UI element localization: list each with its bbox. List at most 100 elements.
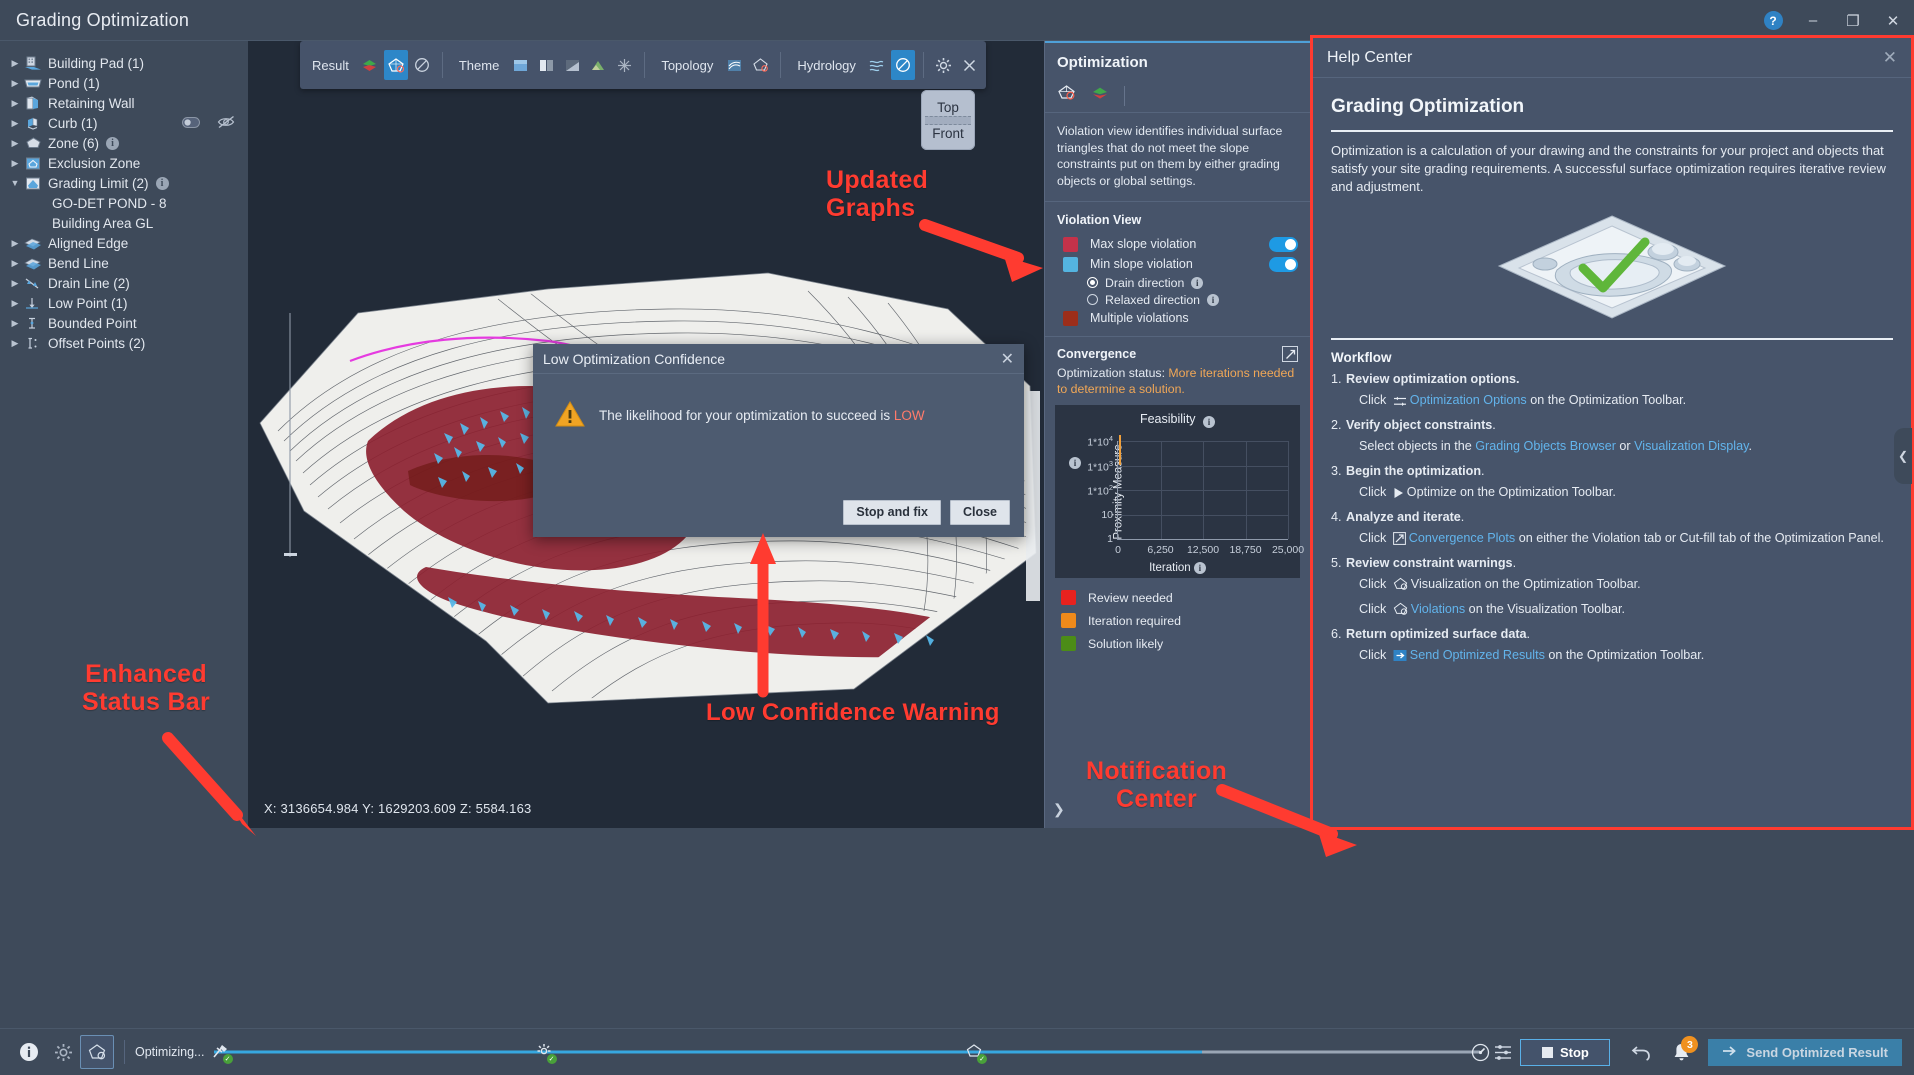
convergence-plots-link[interactable]: Convergence Plots bbox=[1409, 531, 1515, 545]
tree-item-offset-points[interactable]: ▶ Offset Points (2) bbox=[0, 333, 248, 353]
info-icon[interactable]: i bbox=[1203, 416, 1215, 428]
theme-elevation-icon[interactable] bbox=[508, 50, 532, 80]
chevron-right-icon[interactable]: ▶ bbox=[8, 98, 22, 109]
chevron-right-icon[interactable]: ▶ bbox=[8, 138, 22, 149]
tree-item-pond[interactable]: ▶ Pond (1) bbox=[0, 73, 248, 93]
tree-item-zone[interactable]: ▶ Zone (6) i bbox=[0, 133, 248, 153]
no-result-icon[interactable] bbox=[410, 50, 434, 80]
max-slope-toggle[interactable] bbox=[1269, 237, 1298, 252]
theme-slope-icon[interactable] bbox=[534, 50, 558, 80]
tab-violation-icon[interactable] bbox=[1057, 84, 1076, 107]
info-icon[interactable]: i bbox=[156, 177, 169, 190]
info-button[interactable] bbox=[12, 1035, 46, 1069]
optimization-progress-bar[interactable]: ✓ ✓ ✓ bbox=[214, 1037, 1480, 1067]
close-button[interactable]: ✕ bbox=[1880, 8, 1906, 34]
minimize-button[interactable]: – bbox=[1800, 8, 1826, 34]
panel-collapse-chevron-icon[interactable]: ❯ bbox=[1053, 801, 1065, 818]
hide-eye-icon[interactable] bbox=[217, 115, 236, 132]
tree-item-grading-limit[interactable]: ▼ Grading Limit (2) i bbox=[0, 173, 248, 193]
settings-gear-button[interactable] bbox=[46, 1035, 80, 1069]
send-optimized-results-link[interactable]: Send Optimized Results bbox=[1410, 648, 1545, 662]
chevron-right-icon[interactable]: ▶ bbox=[8, 78, 22, 89]
chevron-right-icon[interactable]: ▶ bbox=[8, 318, 22, 329]
progress-milestone-end[interactable] bbox=[1470, 1042, 1490, 1062]
y-axis-info-icon[interactable]: i bbox=[1069, 453, 1081, 471]
radio-row-relaxed-direction[interactable]: Relaxed direction i bbox=[1045, 291, 1310, 308]
min-slope-toggle[interactable] bbox=[1269, 257, 1298, 272]
violation-row-multiple[interactable]: Multiple violations bbox=[1045, 308, 1310, 328]
tree-item-retaining-wall[interactable]: ▶ Retaining Wall bbox=[0, 93, 248, 113]
feasibility-chart[interactable]: Feasibility i i Proximity Measure 1 10 1… bbox=[1055, 405, 1300, 578]
notification-center-button[interactable]: 3 bbox=[1666, 1037, 1696, 1067]
violation-label: Multiple violations bbox=[1090, 311, 1189, 325]
flow-lines-icon[interactable] bbox=[865, 50, 889, 80]
chevron-right-icon[interactable]: ▶ bbox=[8, 58, 22, 69]
dialog-close-icon[interactable]: ✕ bbox=[1001, 349, 1014, 369]
tree-item-building-pad[interactable]: ▶ Building Pad (1) bbox=[0, 53, 248, 73]
contours-icon[interactable] bbox=[722, 50, 746, 80]
view-cube[interactable]: Top Front bbox=[920, 89, 976, 151]
view-cube-box[interactable]: Top Front bbox=[921, 90, 975, 150]
tree-item-exclusion-zone[interactable]: ▶ Exclusion Zone bbox=[0, 153, 248, 173]
tree-child-building-area-gl[interactable]: Building Area GL bbox=[0, 213, 248, 233]
chevron-down-icon[interactable]: ▼ bbox=[8, 178, 22, 188]
cut-fill-icon[interactable] bbox=[358, 50, 382, 80]
close-toolbar-icon[interactable] bbox=[958, 50, 982, 80]
grading-objects-browser-link[interactable]: Grading Objects Browser bbox=[1475, 439, 1616, 453]
help-center-close-icon[interactable]: ✕ bbox=[1883, 48, 1897, 68]
progress-milestone-visualization[interactable]: ✓ bbox=[964, 1042, 984, 1062]
help-button[interactable]: ? bbox=[1760, 8, 1786, 34]
drain-direction-radio[interactable] bbox=[1087, 277, 1098, 288]
hydrology-off-icon[interactable] bbox=[891, 50, 915, 80]
chevron-right-icon[interactable]: ▶ bbox=[8, 258, 22, 269]
convergence-plots-expand-icon[interactable] bbox=[1282, 346, 1298, 362]
optimization-options-link[interactable]: Optimization Options bbox=[1410, 393, 1527, 407]
chevron-right-icon[interactable]: ▶ bbox=[8, 278, 22, 289]
progress-milestone-settings[interactable]: ✓ bbox=[534, 1042, 554, 1062]
chevron-right-icon[interactable]: ▶ bbox=[8, 118, 22, 129]
low-optimization-confidence-dialog[interactable]: Low Optimization Confidence ✕ The likeli… bbox=[533, 344, 1024, 537]
stop-and-fix-button[interactable]: Stop and fix bbox=[843, 500, 941, 525]
tree-item-low-point[interactable]: ▶ Low Point (1) bbox=[0, 293, 248, 313]
undo-button[interactable] bbox=[1624, 1035, 1658, 1069]
restore-button[interactable]: ❐ bbox=[1840, 8, 1866, 34]
info-icon[interactable]: i bbox=[1207, 294, 1219, 306]
tree-item-aligned-edge[interactable]: ▶ Aligned Edge bbox=[0, 233, 248, 253]
radio-row-drain-direction[interactable]: Drain direction i bbox=[1045, 274, 1310, 291]
chevron-right-icon[interactable]: ▶ bbox=[8, 298, 22, 309]
theme-gradient-icon[interactable] bbox=[586, 50, 610, 80]
violation-row-max-slope[interactable]: Max slope violation bbox=[1045, 234, 1310, 254]
progress-milestone-start[interactable]: ✓ bbox=[210, 1042, 230, 1062]
bounded-point-icon bbox=[22, 315, 44, 331]
theme-off-icon[interactable] bbox=[612, 50, 636, 80]
gear-icon[interactable] bbox=[932, 50, 956, 80]
theme-direction-icon[interactable] bbox=[560, 50, 584, 80]
visualization-display-link[interactable]: Visualization Display bbox=[1634, 439, 1748, 453]
tree-child-go-det-pond[interactable]: GO-DET POND - 8 bbox=[0, 193, 248, 213]
info-icon[interactable]: i bbox=[106, 137, 119, 150]
optimization-panel-tabs[interactable] bbox=[1045, 79, 1310, 113]
visualization-button[interactable] bbox=[80, 1035, 114, 1069]
info-icon[interactable]: i bbox=[1194, 562, 1206, 574]
tree-item-curb[interactable]: ▶ Curb (1) bbox=[0, 113, 248, 133]
close-dialog-button[interactable]: Close bbox=[950, 500, 1010, 525]
tree-item-drain-line[interactable]: ▶ Drain Line (2) bbox=[0, 273, 248, 293]
relaxed-direction-radio[interactable] bbox=[1087, 294, 1098, 305]
viewport-toolbar[interactable]: Result Theme bbox=[300, 41, 986, 89]
violation-row-min-slope[interactable]: Min slope violation bbox=[1045, 254, 1310, 274]
tab-cut-fill-icon[interactable] bbox=[1090, 85, 1110, 106]
info-icon[interactable]: i bbox=[1191, 277, 1203, 289]
tree-item-bounded-point[interactable]: ▶ Bounded Point bbox=[0, 313, 248, 333]
chevron-right-icon[interactable]: ▶ bbox=[8, 158, 22, 169]
help-panel-collapse-handle[interactable]: ❮ bbox=[1894, 428, 1912, 484]
chevron-right-icon[interactable]: ▶ bbox=[8, 338, 22, 349]
toggle-visibility-switch-icon[interactable] bbox=[182, 116, 200, 131]
violations-link[interactable]: Violations bbox=[1411, 602, 1465, 616]
chevron-right-icon[interactable]: ▶ bbox=[8, 238, 22, 249]
stop-button[interactable]: Stop bbox=[1520, 1039, 1610, 1066]
topology-visualization-icon[interactable] bbox=[748, 50, 772, 80]
visualization-icon[interactable] bbox=[384, 50, 408, 80]
optimization-options-button[interactable] bbox=[1486, 1035, 1520, 1069]
send-optimized-result-button[interactable]: Send Optimized Result bbox=[1708, 1039, 1902, 1066]
tree-item-bend-line[interactable]: ▶ Bend Line bbox=[0, 253, 248, 273]
